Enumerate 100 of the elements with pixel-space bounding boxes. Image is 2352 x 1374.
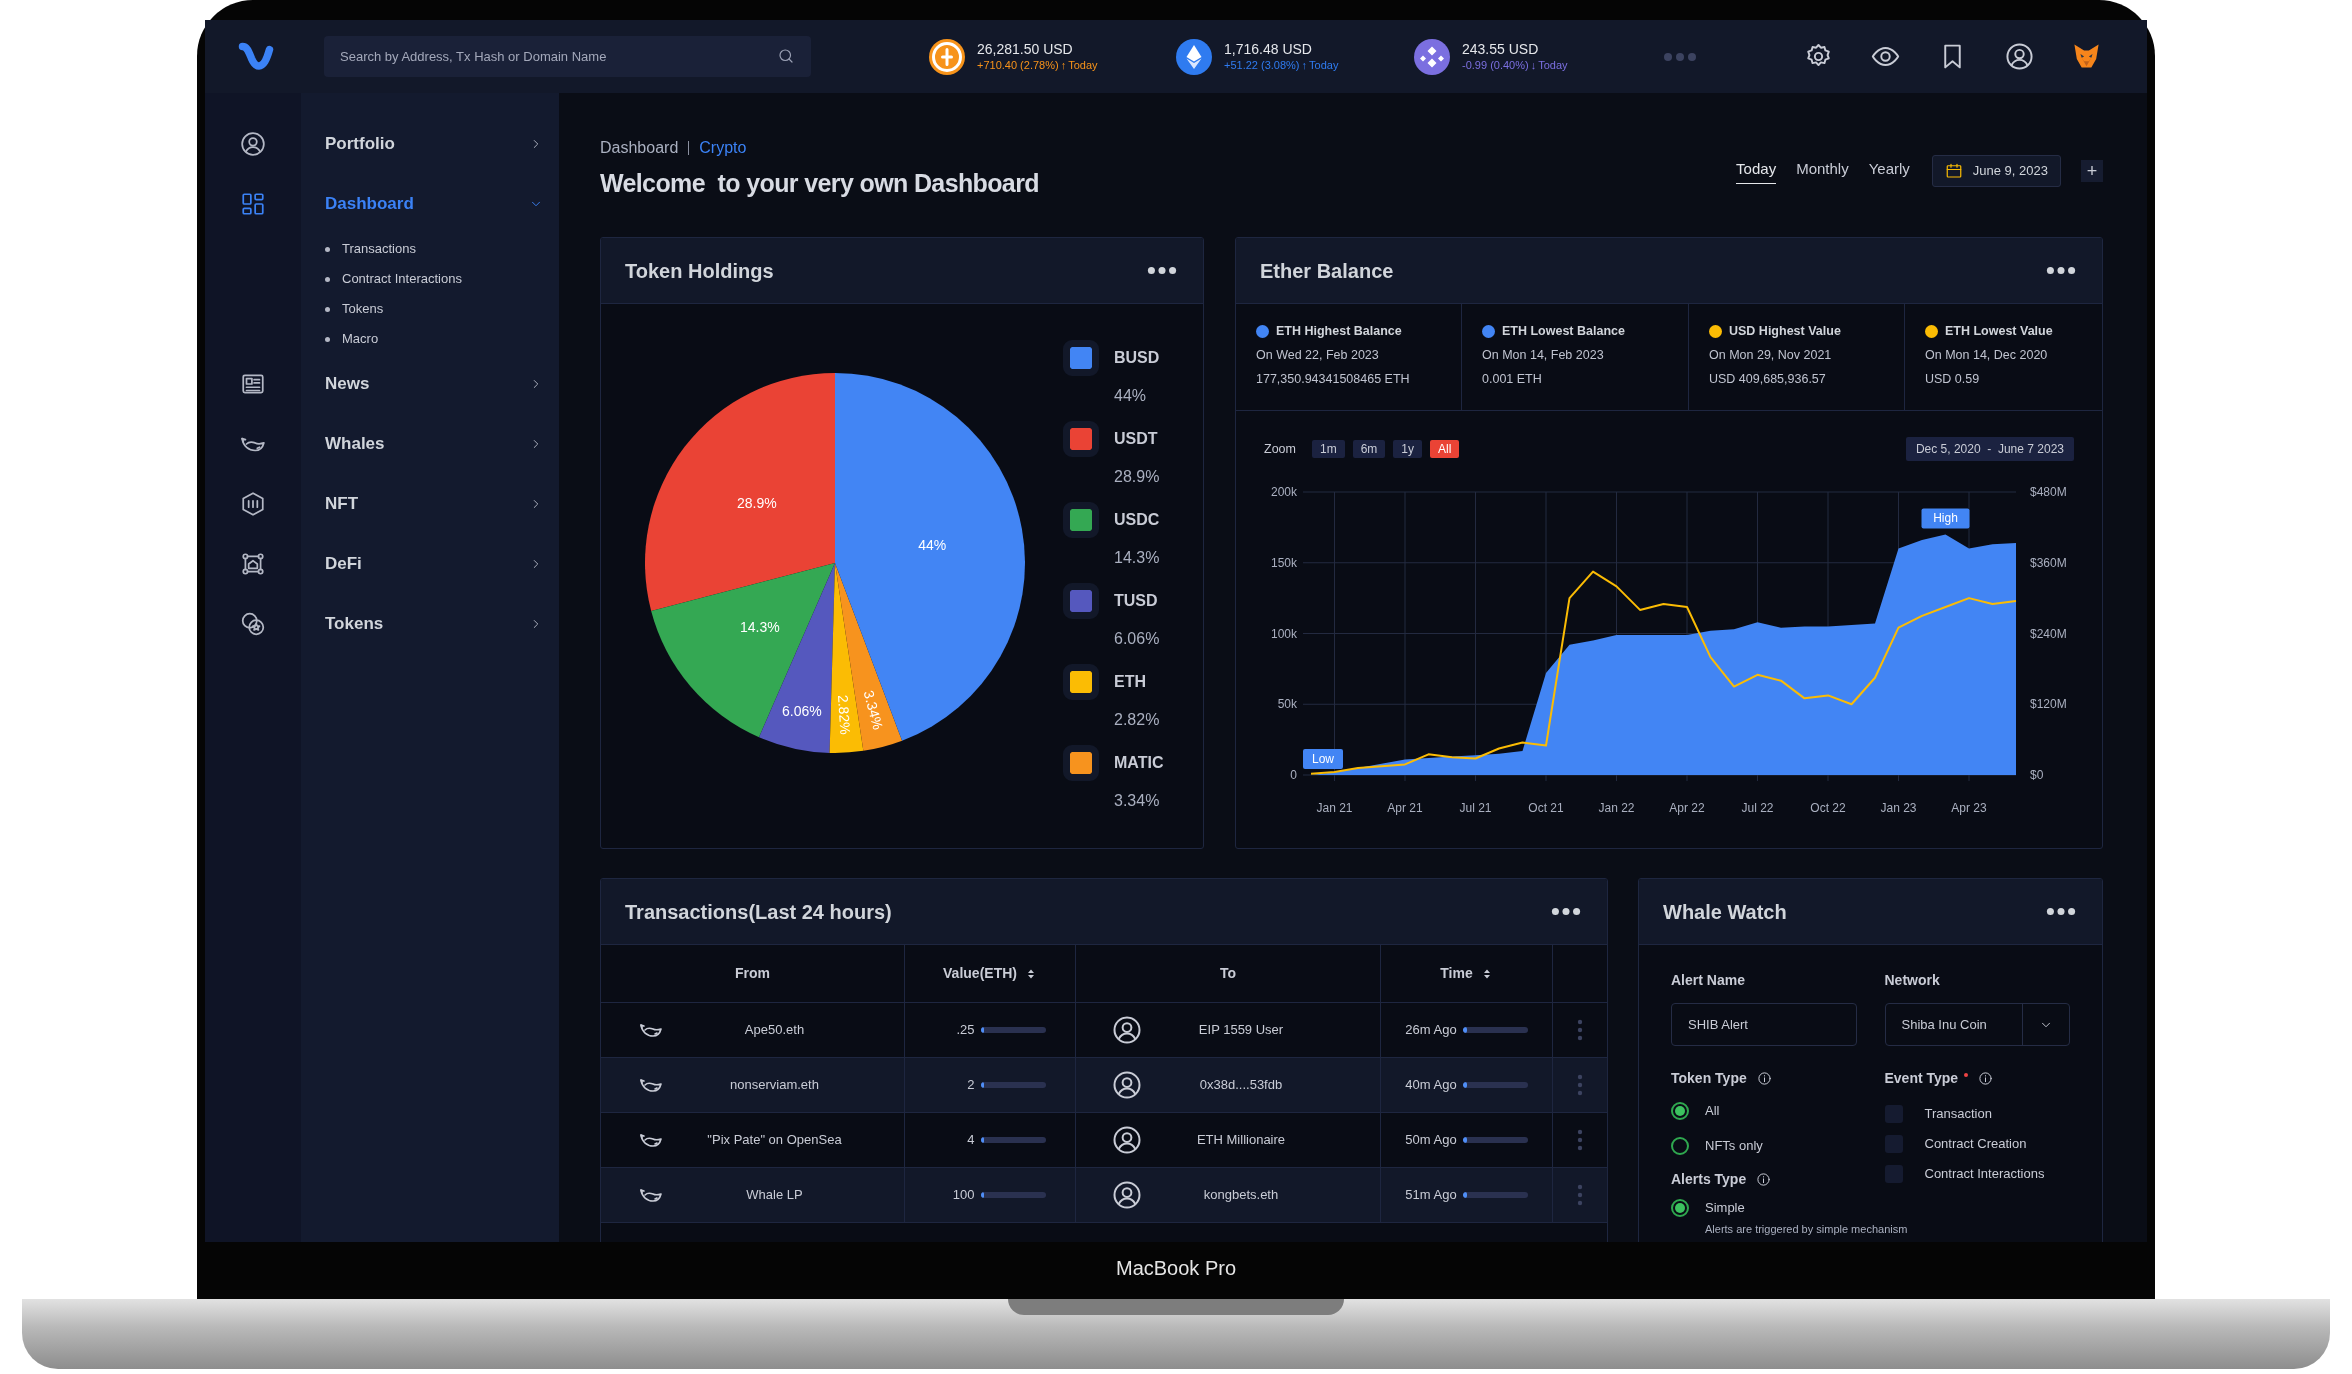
axis-label: Jan 21	[1316, 801, 1353, 815]
value-text: 4	[966, 1131, 975, 1150]
value-text: .25	[955, 1021, 975, 1040]
axis-label: Jan 23	[1880, 801, 1917, 815]
radio-label: All	[1705, 1101, 1720, 1120]
nav-item[interactable]: Whales	[325, 431, 543, 457]
legend-label: USDT	[1114, 429, 1158, 449]
column-header[interactable]: Value(ETH)	[943, 963, 1037, 984]
user-icon[interactable]	[240, 131, 266, 157]
axis-label: Oct 21	[1528, 801, 1564, 815]
sender-name[interactable]: "Pix Pate" on OpenSea	[665, 1130, 904, 1150]
zoom-button[interactable]: All	[1430, 440, 1460, 458]
sub-nav-item[interactable]: Tokens	[342, 299, 384, 319]
sender-name[interactable]: Ape50.eth	[665, 1020, 904, 1040]
more-icon[interactable]	[1147, 265, 1177, 276]
time-text: 51m Ago	[1405, 1186, 1457, 1205]
legend-value: 14.3%	[1113, 548, 1161, 568]
stat-value: USD 409,685,936.57	[1709, 370, 1827, 388]
nav-item[interactable]: Dashboard	[325, 191, 543, 217]
stat-title: ETH Lowest Value	[1945, 323, 2053, 340]
network-icon[interactable]	[240, 551, 266, 577]
newspaper-icon[interactable]	[240, 371, 266, 397]
zoom-button[interactable]: 6m	[1352, 440, 1386, 458]
time-text: 50m Ago	[1405, 1131, 1457, 1150]
radio-button[interactable]	[1671, 1199, 1689, 1217]
nav-item[interactable]: NFT	[325, 491, 543, 517]
coins-icon[interactable]	[240, 611, 266, 637]
info-icon[interactable]	[1756, 1172, 1772, 1187]
input-field[interactable]: SHIB Alert	[1671, 1003, 1857, 1046]
sub-nav-item[interactable]: Transactions	[342, 239, 416, 259]
radio-button[interactable]	[1671, 1136, 1689, 1155]
column-header: From	[735, 964, 770, 983]
dashboard-icon[interactable]	[240, 191, 266, 217]
stat-date: On Wed 22, Feb 2023	[1256, 346, 1380, 364]
add-button[interactable]: +	[2081, 160, 2103, 182]
hexagon-icon[interactable]	[240, 491, 266, 517]
radio-button[interactable]	[1671, 1101, 1689, 1120]
more-icon[interactable]	[1551, 906, 1581, 917]
column-header[interactable]: Time	[1440, 963, 1493, 984]
axis-label: 50k	[1277, 697, 1297, 712]
checkbox[interactable]	[1884, 1135, 1903, 1153]
sender-name[interactable]: Whale LP	[665, 1185, 904, 1205]
recipient-name[interactable]: EIP 1559 User	[1142, 1020, 1380, 1040]
zoom-button[interactable]: 1m	[1311, 440, 1345, 458]
date-range[interactable]: Dec 5, 2020 - June 7 2023	[1905, 437, 2074, 461]
checkbox[interactable]	[1884, 1165, 1903, 1183]
legend-label: TUSD	[1114, 591, 1158, 611]
select-field[interactable]: Shiba Inu Coin	[1884, 1003, 2070, 1046]
breadcrumb-link[interactable]: Dashboard	[600, 136, 679, 160]
avatar-icon	[1112, 1015, 1142, 1045]
more-icon[interactable]	[2046, 906, 2076, 917]
avatar-icon	[1112, 1125, 1142, 1155]
info-icon[interactable]	[1756, 1071, 1772, 1086]
breadcrumb-link[interactable]: Crypto	[699, 136, 747, 160]
recipient-name[interactable]: ETH Millionaire	[1142, 1130, 1380, 1150]
axis-label: 100k	[1270, 626, 1297, 641]
legend-label: BUSD	[1114, 348, 1160, 368]
device-label: MacBook Pro	[1115, 1256, 1237, 1280]
price-text: 26,281.50 USD	[977, 40, 1074, 58]
axis-label: $0	[2030, 768, 2044, 782]
time-text: 40m Ago	[1405, 1076, 1457, 1095]
period-tab[interactable]: Yearly	[1868, 158, 1910, 184]
info-icon[interactable]	[1978, 1071, 1994, 1086]
arrow-glyph: ↑	[1301, 58, 1308, 73]
axis-label: Jul 22	[1741, 801, 1774, 815]
more-icon[interactable]	[2046, 265, 2076, 276]
nav-item[interactable]: Tokens	[325, 611, 543, 637]
change-text: -0.99 (0.40%)	[1462, 58, 1529, 73]
date-picker[interactable]: June 9, 2023	[1931, 155, 2061, 187]
recipient-name[interactable]: kongbets.eth	[1142, 1185, 1380, 1205]
checkbox[interactable]	[1884, 1105, 1903, 1123]
legend-value: 44%	[1113, 386, 1148, 406]
legend-value: 3.34%	[1113, 791, 1161, 811]
card-title: Token Holdings	[625, 258, 774, 284]
axis-label: $480M	[2030, 485, 2067, 499]
radio-label: Simple	[1705, 1199, 1745, 1218]
zoom-button[interactable]: 1y	[1393, 440, 1422, 458]
search-field[interactable]: Search by Address, Tx Hash or Domain Name	[324, 36, 811, 77]
profile-icon[interactable]	[2005, 42, 2034, 71]
nav-item[interactable]: DeFi	[325, 551, 543, 577]
search-icon[interactable]	[777, 47, 795, 65]
axis-label: Jul 21	[1459, 801, 1492, 815]
bullet-icon	[325, 336, 330, 342]
sender-name[interactable]: nonserviam.eth	[665, 1075, 904, 1095]
radio-label: NFTs only	[1705, 1136, 1763, 1155]
stat-value: 177,350.94341508465 ETH	[1256, 370, 1411, 388]
axis-label: 200k	[1270, 485, 1297, 499]
sub-nav-item[interactable]: Contract Interactions	[342, 269, 462, 289]
column-header: To	[1219, 964, 1237, 983]
period-tab[interactable]: Today	[1736, 158, 1777, 184]
nav-item[interactable]: Portfolio	[325, 131, 543, 157]
axis-label: Apr 22	[1669, 801, 1705, 815]
price-text: 243.55 USD	[1462, 40, 1540, 58]
nav-item[interactable]: News	[325, 371, 543, 397]
checkbox-label: Transaction	[1924, 1105, 1992, 1124]
recipient-name[interactable]: 0x38d....53fdb	[1142, 1075, 1380, 1095]
period-tab[interactable]: Monthly	[1796, 158, 1849, 184]
card-title: Ether Balance	[1260, 258, 1394, 284]
sub-nav-item[interactable]: Macro	[342, 329, 379, 349]
stat-value: USD 0.59	[1925, 370, 1981, 388]
